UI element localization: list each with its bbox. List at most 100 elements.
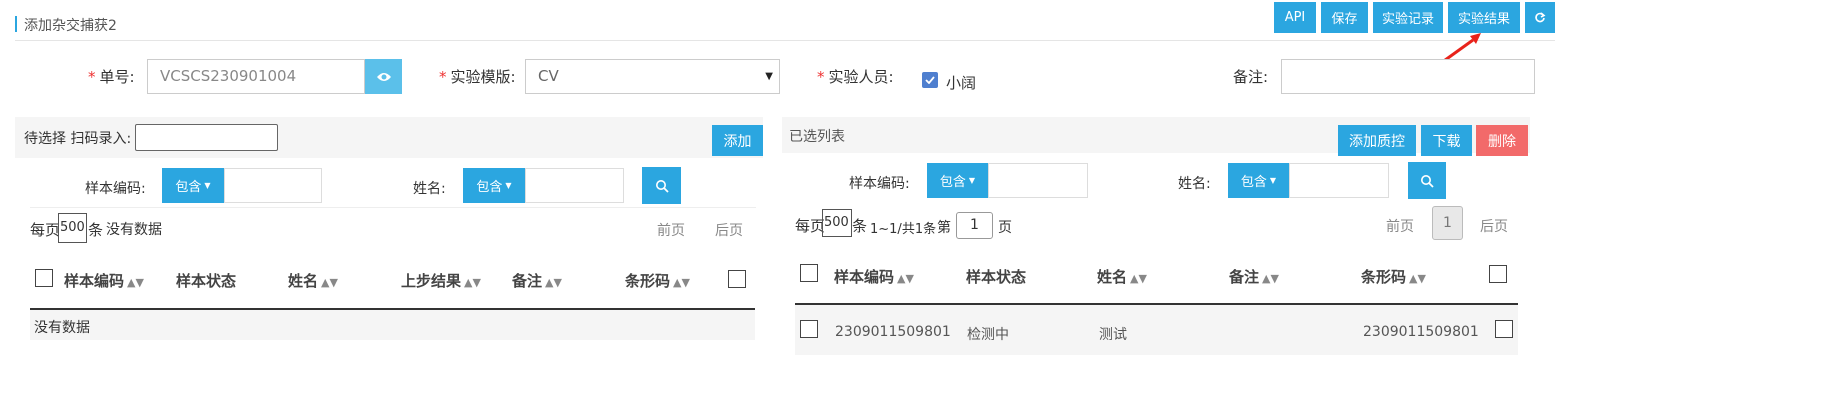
left-col-barcode[interactable]: 条形码 ▲▼ [625,270,690,291]
page-title: 添加杂交捕获2 [24,18,117,34]
right-next-page[interactable]: 后页 [1480,216,1508,236]
right-prev-page[interactable]: 前页 [1386,216,1414,236]
sort-icon: ▲▼ [127,276,144,289]
right-page-size-suffix: 条 [852,217,868,235]
left-page-size-prefix: 每页 [30,221,61,239]
delete-button[interactable]: 删除 [1476,125,1528,156]
contains-label: 包含 [939,175,966,190]
scan-label: 待选择 扫码录入: [24,131,132,147]
search-icon [1421,174,1434,188]
row-checkbox[interactable] [800,320,818,338]
right-code-contains-dropdown[interactable]: 包含 ▼ [927,163,988,198]
left-prev-page[interactable]: 前页 [657,220,685,240]
sort-icon: ▲▼ [545,276,562,289]
sort-icon: ▲▼ [464,276,481,289]
sort-icon: ▲▼ [321,276,338,289]
contains-label: 包含 [1240,175,1267,190]
left-search-button[interactable] [642,167,681,204]
right-name-contains-dropdown[interactable]: 包含 ▼ [1228,163,1289,198]
sort-icon: ▲▼ [897,272,914,285]
left-col-sample-code[interactable]: 样本编码 ▲▼ [64,270,144,291]
check-icon [925,76,935,84]
right-col-sample-code[interactable]: 样本编码 ▲▼ [834,266,914,287]
experiment-results-button[interactable]: 实验结果 [1448,2,1520,33]
title-accent-bar [15,16,17,32]
refresh-button[interactable] [1525,2,1555,33]
left-next-page[interactable]: 后页 [715,220,743,240]
left-no-data-info: 没有数据 [106,222,162,238]
right-name-filter-input[interactable] [1289,163,1389,198]
right-page-number-input[interactable]: 1 [956,212,993,239]
right-col-sample-status: 样本状态 [966,268,1027,286]
add-button[interactable]: 添加 [712,125,763,156]
caret-down-icon: ▼ [505,181,512,190]
remark-label: 备注: [1233,68,1269,86]
table-row[interactable]: 2309011509801 检测中 测试 2309011509801 [795,305,1518,355]
right-page-size-select[interactable]: 500 [822,209,852,237]
caret-down-icon: ▼ [765,71,773,82]
left-col-prev-result[interactable]: 上步结果 ▲▼ [401,270,481,291]
eye-icon [376,72,391,81]
left-filter-code-label: 样本编码: [85,181,146,197]
right-search-button[interactable] [1408,162,1446,199]
left-row-header-checkbox[interactable] [728,270,746,288]
left-col-name[interactable]: 姓名 ▲▼ [288,270,338,291]
left-filter-divider [30,207,756,208]
row-end-checkbox[interactable] [1495,320,1513,338]
template-label: * 实验模版: [439,68,516,86]
left-code-contains-dropdown[interactable]: 包含 ▼ [162,168,224,203]
operator-checkbox[interactable] [922,72,938,88]
right-row-header-checkbox[interactable] [1489,265,1507,283]
left-page-size-select[interactable]: 500 [58,213,87,243]
right-panel-header [782,117,1530,153]
right-page-prefix: 第 [937,220,951,236]
left-filter-name-label: 姓名: [413,181,446,197]
right-page-size-prefix: 每页 [795,217,826,235]
caret-down-icon: ▼ [1269,176,1277,185]
download-button[interactable]: 下载 [1421,125,1472,156]
remark-input[interactable] [1281,59,1535,94]
search-icon [655,179,669,193]
right-col-remark[interactable]: 备注 ▲▼ [1229,266,1279,287]
page-size-value: 500 [824,215,849,230]
left-empty-row [30,310,755,340]
right-col-name[interactable]: 姓名 ▲▼ [1097,266,1147,287]
caret-down-icon: ▼ [968,176,976,185]
right-col-barcode[interactable]: 条形码 ▲▼ [1361,266,1426,287]
add-qc-button[interactable]: 添加质控 [1338,125,1416,156]
order-number-field[interactable]: VCSCS230901004 [147,59,365,94]
caret-down-icon: ▼ [204,181,211,190]
view-button[interactable] [365,59,402,94]
left-select-all-checkbox[interactable] [35,269,53,287]
row-barcode: 2309011509801 [1363,324,1479,340]
right-code-filter-input[interactable] [988,163,1088,198]
scan-input[interactable] [135,124,278,151]
left-name-filter-input[interactable] [525,168,624,203]
right-panel-title: 已选列表 [789,129,845,145]
api-button[interactable]: API [1274,2,1316,33]
left-empty-text: 没有数据 [34,320,90,336]
contains-label: 包含 [476,180,503,195]
order-number-label: * 单号: [88,68,135,86]
page-number-value: 1 [970,217,979,233]
left-name-contains-dropdown[interactable]: 包含 ▼ [463,168,525,203]
left-page-size-suffix: 条 [88,221,104,239]
right-filter-code-label: 样本编码: [849,176,910,192]
row-sample-code: 2309011509801 [835,324,951,340]
left-col-sample-status: 样本状态 [176,272,237,290]
operator-name: 小阔 [946,74,977,92]
row-name: 测试 [1099,327,1127,343]
right-current-page-button[interactable]: 1 [1432,206,1463,240]
contains-label: 包含 [175,180,202,195]
save-button[interactable]: 保存 [1321,2,1368,33]
row-sample-status: 检测中 [967,327,1009,343]
refresh-icon [1535,11,1546,22]
header-divider [15,40,1555,41]
left-col-remark[interactable]: 备注 ▲▼ [512,270,562,291]
left-code-filter-input[interactable] [224,168,322,203]
right-select-all-checkbox[interactable] [800,264,818,282]
page-size-value: 500 [60,220,85,235]
right-range-info: 1~1/共1条 [870,222,937,237]
template-select[interactable]: CV ▼ [525,59,780,94]
experiment-records-button[interactable]: 实验记录 [1373,2,1443,33]
